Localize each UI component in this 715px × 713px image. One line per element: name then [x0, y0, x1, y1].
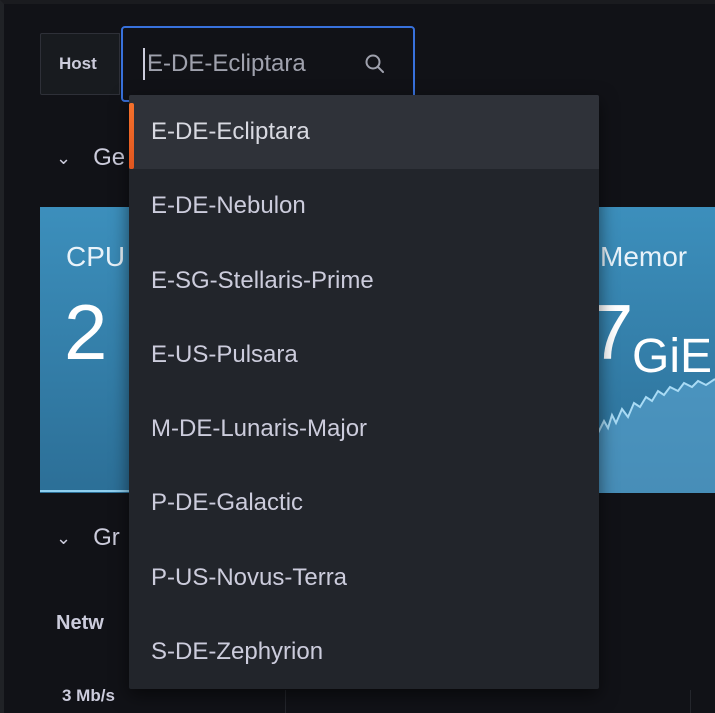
dropdown-option[interactable]: E-SG-Stellaris-Prime	[129, 244, 599, 318]
memory-panel-value: 7	[598, 288, 634, 376]
dropdown-option[interactable]: M-DE-Lunaris-Major	[129, 392, 599, 466]
host-variable-input[interactable]	[121, 26, 415, 102]
memory-stat-panel[interactable]: Memor 7 GiE	[598, 207, 715, 493]
memory-sparkline	[598, 378, 715, 493]
cpu-panel-value: 2	[64, 288, 108, 376]
row-graphs-title: Gr	[93, 524, 120, 551]
grid-line	[285, 690, 286, 713]
dropdown-option-label: E-DE-Nebulon	[151, 192, 306, 220]
network-panel-title: Netw	[56, 612, 104, 634]
search-icon[interactable]	[363, 52, 387, 76]
memory-panel-title: Memor	[600, 241, 688, 272]
host-options-dropdown[interactable]: E-DE-Ecliptara E-DE-Nebulon E-SG-Stellaris…	[129, 95, 599, 689]
row-general-title: Ge	[93, 144, 126, 171]
dropdown-option[interactable]: P-US-Novus-Terra	[129, 541, 599, 615]
dropdown-option-label: E-SG-Stellaris-Prime	[151, 266, 374, 294]
dropdown-option-label: P-US-Novus-Terra	[151, 563, 348, 591]
network-y-axis-tick: 3 Mb/s	[62, 686, 115, 705]
dropdown-option-label: M-DE-Lunaris-Major	[151, 415, 368, 443]
dropdown-option[interactable]: E-DE-Ecliptara	[129, 95, 599, 170]
dropdown-option[interactable]: E-US-Pulsara	[129, 318, 599, 392]
dropdown-option-label: E-DE-Ecliptara	[151, 118, 310, 146]
chevron-down-icon: ⌄	[56, 527, 72, 548]
row-general[interactable]: ⌄ Ge	[56, 144, 125, 172]
cpu-panel-title: CPU	[66, 241, 126, 272]
dropdown-option-label: E-US-Pulsara	[151, 340, 298, 368]
host-search-input[interactable]	[143, 48, 359, 80]
dropdown-option[interactable]: P-DE-Galactic	[129, 466, 599, 540]
dropdown-option[interactable]: E-DE-Nebulon	[129, 169, 599, 243]
dropdown-option-label: P-DE-Galactic	[151, 489, 304, 517]
variable-label-host: Host	[40, 33, 120, 95]
grid-line	[690, 690, 691, 713]
row-graphs[interactable]: ⌄ Gr	[56, 524, 120, 552]
dropdown-option[interactable]: S-DE-Zephyrion	[129, 615, 599, 689]
dropdown-option-label: S-DE-Zephyrion	[151, 637, 324, 665]
chevron-down-icon: ⌄	[56, 147, 72, 168]
